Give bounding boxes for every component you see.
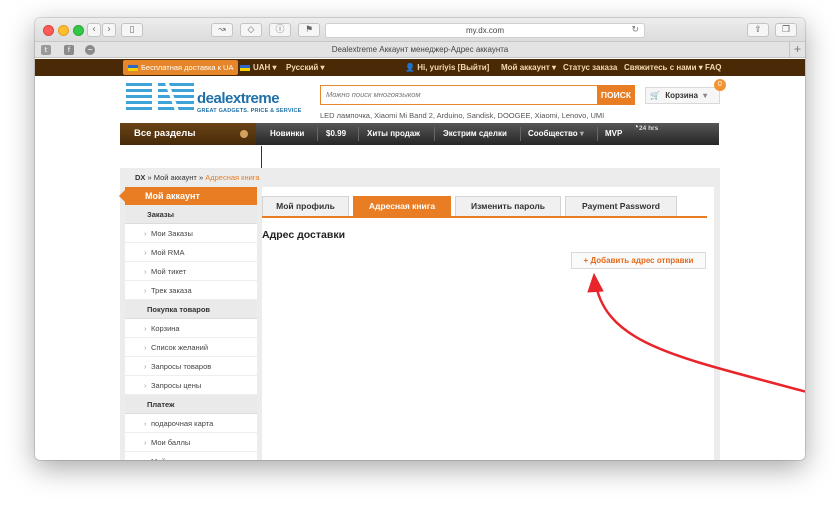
browser-window: ‹ › ▯ ↝ ◇ ⓘ ⚑ my.dx.com ↻ ⇪ ❐ t f ~ Deal… <box>35 18 805 460</box>
annotation-arrow-icon <box>587 272 805 393</box>
